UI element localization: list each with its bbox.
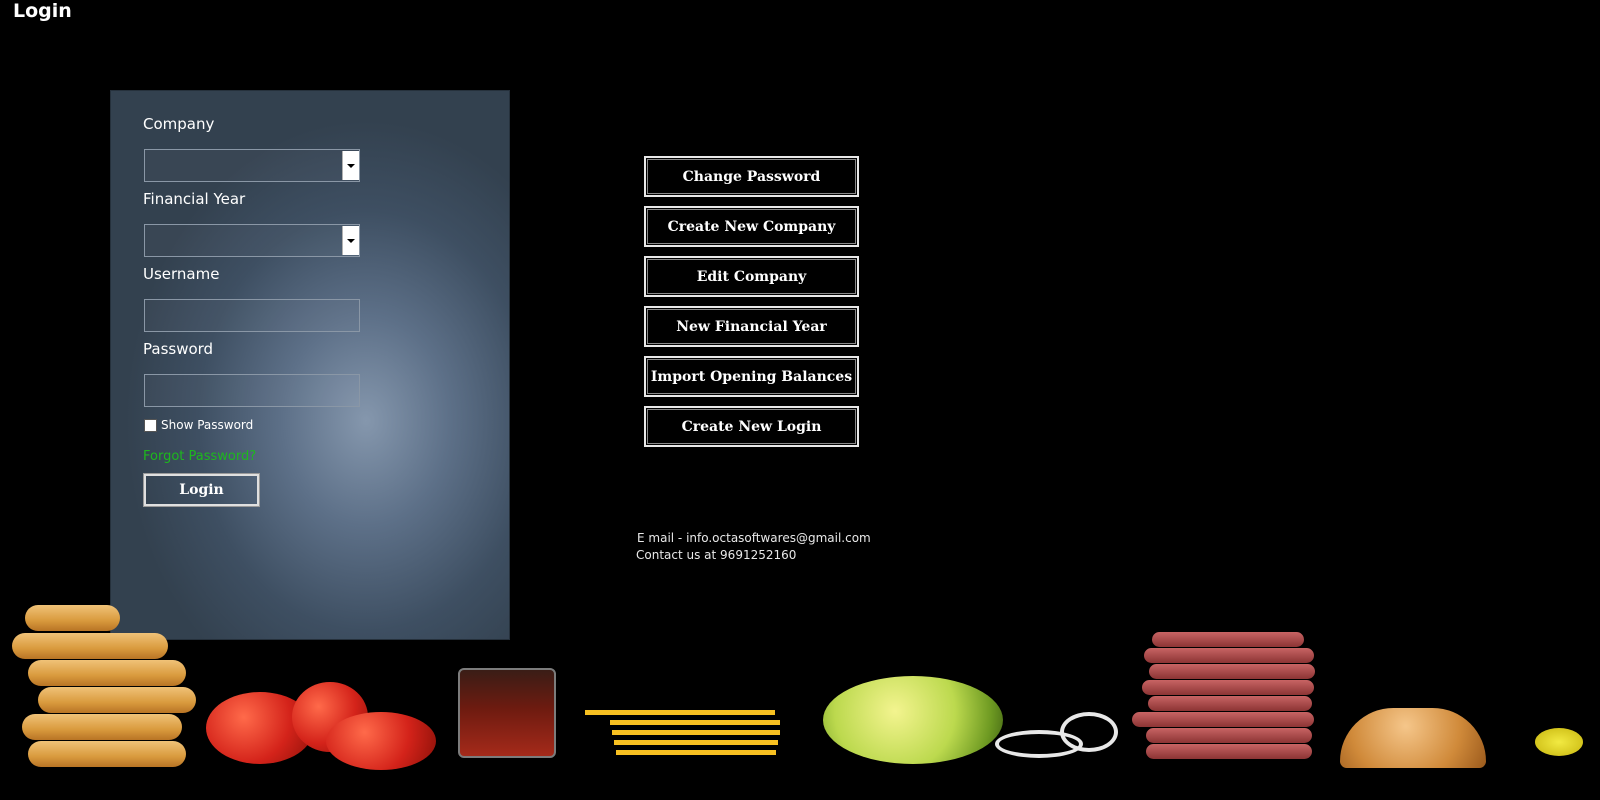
cheese-slice bbox=[612, 730, 780, 735]
change-password-button[interactable]: Change Password bbox=[644, 156, 859, 197]
patty bbox=[1148, 696, 1312, 711]
contact-email: E mail - info.octasoftwares@gmail.com bbox=[637, 531, 871, 545]
bun-slice bbox=[38, 687, 196, 713]
show-password-label: Show Password bbox=[161, 418, 254, 432]
company-select[interactable] bbox=[144, 149, 360, 182]
financial-year-label: Financial Year bbox=[143, 190, 246, 208]
password-input[interactable] bbox=[144, 374, 360, 407]
login-button[interactable]: Login bbox=[143, 473, 260, 507]
patty bbox=[1152, 632, 1304, 647]
window-title: Login bbox=[13, 0, 72, 22]
ingredients-banner-image bbox=[0, 600, 1600, 800]
bun-slice bbox=[25, 605, 120, 631]
forgot-password-link[interactable]: Forgot Password? bbox=[143, 449, 256, 464]
patty bbox=[1132, 712, 1314, 727]
bun-slice bbox=[28, 660, 186, 686]
show-password-checkbox[interactable] bbox=[144, 418, 157, 432]
financial-year-select[interactable] bbox=[144, 224, 360, 257]
username-input[interactable] bbox=[144, 299, 360, 332]
company-label: Company bbox=[143, 115, 215, 133]
bun-slice bbox=[22, 714, 182, 740]
edit-company-button[interactable]: Edit Company bbox=[644, 256, 859, 297]
contact-phone: Contact us at 9691252160 bbox=[636, 548, 797, 562]
patty bbox=[1146, 728, 1312, 743]
pickle-slices bbox=[1535, 728, 1583, 756]
cheese-slice bbox=[610, 720, 780, 725]
bun-slice bbox=[28, 741, 186, 767]
show-password-toggle[interactable]: Show Password bbox=[144, 418, 253, 432]
patty bbox=[1144, 648, 1314, 663]
cheese-slice bbox=[614, 740, 778, 745]
patty bbox=[1142, 680, 1314, 695]
onion-ring bbox=[1060, 712, 1118, 752]
import-opening-balances-button[interactable]: Import Opening Balances bbox=[644, 356, 859, 397]
password-label: Password bbox=[143, 340, 214, 358]
lettuce bbox=[823, 676, 1003, 764]
username-label: Username bbox=[143, 265, 220, 283]
tomato-slice bbox=[326, 712, 436, 770]
create-new-company-button[interactable]: Create New Company bbox=[644, 206, 859, 247]
patty bbox=[1146, 744, 1312, 759]
cheese-slice bbox=[616, 750, 776, 755]
burger-bun-top bbox=[1340, 708, 1486, 768]
chevron-down-icon[interactable] bbox=[342, 151, 359, 180]
sauce-jar bbox=[458, 668, 556, 758]
bun-slice bbox=[12, 633, 168, 659]
cheese-slice bbox=[585, 710, 775, 715]
login-panel: Company Financial Year Username Password… bbox=[110, 90, 510, 640]
new-financial-year-button[interactable]: New Financial Year bbox=[644, 306, 859, 347]
chevron-down-icon[interactable] bbox=[342, 226, 359, 255]
create-new-login-button[interactable]: Create New Login bbox=[644, 406, 859, 447]
patty bbox=[1149, 664, 1315, 679]
